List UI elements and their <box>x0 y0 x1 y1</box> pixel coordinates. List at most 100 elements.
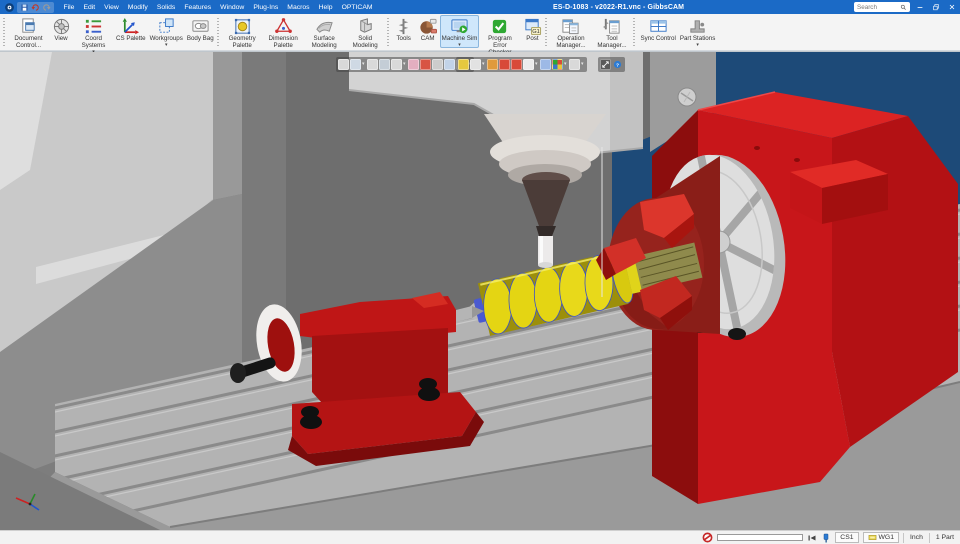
menu-help[interactable]: Help <box>314 0 337 14</box>
ribbon-button-label: Solid Modeling <box>352 35 378 49</box>
menu-modify[interactable]: Modify <box>123 0 152 14</box>
toolbar-icon[interactable] <box>458 59 469 70</box>
surface-modeling-icon <box>315 17 334 36</box>
chevron-down-icon[interactable]: ▾ <box>362 62 366 67</box>
machine-sim-viewport[interactable]: ▾ ▾ ▾ ▾ ▾ ▾ ▾ ? <box>0 52 960 530</box>
ribbon-button-document-control[interactable]: Document Control... <box>8 15 49 51</box>
status-bar: CS1 WG1 Inch 1 Part <box>0 530 960 544</box>
workgroup-indicator[interactable]: WG1 <box>862 532 899 543</box>
toolbar-icon[interactable] <box>487 59 498 70</box>
chevron-down-icon[interactable]: ▾ <box>403 62 407 67</box>
ribbon-button-sync-control[interactable]: Sync Control <box>638 15 677 44</box>
search-placeholder: Search <box>857 3 877 11</box>
toolbar-icon[interactable] <box>470 59 481 70</box>
ribbon-group-managers: Operation Manager... Tool Manager... <box>544 15 632 50</box>
cs-indicator[interactable]: CS1 <box>835 532 859 543</box>
ribbon-button-operation-manager[interactable]: Operation Manager... <box>550 15 591 51</box>
ribbon-button-coord-systems[interactable]: Coord Systems ▾ <box>73 15 114 55</box>
workgroup-label: WG1 <box>878 534 894 541</box>
search-icon <box>900 4 907 11</box>
toolbar-icon[interactable] <box>511 59 522 70</box>
chevron-down-icon[interactable]: ▾ <box>581 62 585 67</box>
toolbar-icon[interactable] <box>569 59 580 70</box>
ribbon-button-dimension-palette[interactable]: Dimension Palette <box>263 15 304 51</box>
group-grip <box>633 18 636 46</box>
ribbon-button-machine-sim[interactable]: Machine Sim ▾ <box>439 15 480 48</box>
menu-features[interactable]: Features <box>180 0 216 14</box>
menu-macros[interactable]: Macros <box>283 0 314 14</box>
menu-edit[interactable]: Edit <box>79 0 100 14</box>
toolbar-icon[interactable] <box>540 59 551 70</box>
cs-palette-icon <box>121 17 140 36</box>
window-title: ES-D-1083 - v2022-R1.vnc - GibbsCAM <box>553 3 685 11</box>
ribbon-button-geometry-palette[interactable]: Geometry Palette <box>222 15 263 51</box>
part-count-label: 1 Part <box>935 534 954 541</box>
geometry-palette-icon <box>233 17 252 36</box>
ribbon-button-body-bag[interactable]: Body Bag <box>185 15 216 44</box>
ribbon-button-label: Sync Control <box>640 35 676 42</box>
ribbon-button-view[interactable]: View <box>49 15 73 44</box>
search-input[interactable]: Search <box>854 2 910 12</box>
ribbon-button-post[interactable]: G1 Post <box>520 15 544 44</box>
ribbon-button-part-stations[interactable]: Part Stations ▾ <box>678 15 717 48</box>
close-button[interactable] <box>945 1 958 13</box>
restore-button[interactable] <box>929 1 942 13</box>
save-button[interactable] <box>20 3 29 12</box>
workgroup-icon <box>868 533 877 542</box>
table-clamp <box>728 328 746 340</box>
group-grip <box>3 18 5 46</box>
toolbar-icon[interactable] <box>379 59 390 70</box>
render-tool-icon[interactable] <box>821 533 831 543</box>
toolbar-icon[interactable] <box>408 59 419 70</box>
toolbar-icon[interactable] <box>432 59 443 70</box>
ribbon-button-cs-palette[interactable]: CS Palette <box>114 15 148 44</box>
ribbon-button-workgroups[interactable]: Workgroups ▾ <box>148 15 185 48</box>
menu-solids[interactable]: Solids <box>152 0 180 14</box>
ribbon-button-tool-manager[interactable]: Tool Manager... <box>591 15 632 51</box>
menu-opticam[interactable]: OPTICAM <box>337 0 377 14</box>
toolbar-icon[interactable] <box>391 59 402 70</box>
toolbar-icon[interactable] <box>523 59 534 70</box>
undo-button[interactable] <box>31 3 40 12</box>
chevron-down-icon[interactable]: ▾ <box>535 62 539 67</box>
app-logo-icon[interactable] <box>4 2 15 13</box>
ribbon-group-workspace: Document Control... View Coord Systems ▾ CS … <box>2 15 216 54</box>
toolbar-icon[interactable] <box>444 59 455 70</box>
toolbar-icon[interactable] <box>420 59 431 70</box>
post-icon: G1 <box>523 17 542 36</box>
machine-scene <box>0 52 960 530</box>
menu-bar: File Edit View Modify Solids Features Window Pl… <box>59 0 377 14</box>
status-separator <box>928 532 930 543</box>
ribbon-button-surface-modeling[interactable]: Surface Modeling <box>304 15 345 51</box>
ribbon-button-cam[interactable]: CAM <box>416 15 440 44</box>
resize-icon[interactable] <box>600 59 611 70</box>
toolbar-icon[interactable] <box>552 59 563 70</box>
ribbon-button-label: Tool Manager... <box>597 35 627 49</box>
view-icon <box>52 17 71 36</box>
ribbon-button-label: Post <box>526 35 539 42</box>
ribbon-button-solid-modeling[interactable]: Solid Modeling <box>345 15 386 51</box>
ribbon-group-modeling: Geometry Palette Dimension Palette Surface… <box>216 15 386 50</box>
units-label: Inch <box>910 534 923 541</box>
sync-control-icon <box>649 17 668 36</box>
toolbar-icon[interactable] <box>338 59 349 70</box>
redo-button[interactable] <box>42 3 51 12</box>
chevron-down-icon[interactable]: ▾ <box>564 62 568 67</box>
menu-view[interactable]: View <box>100 0 124 14</box>
toolbar-icon[interactable] <box>367 59 378 70</box>
ribbon-button-tools[interactable]: Tools <box>392 15 416 44</box>
menu-plug-ins[interactable]: Plug-Ins <box>249 0 283 14</box>
help-icon[interactable]: ? <box>612 59 623 70</box>
toolbar-icon[interactable] <box>350 59 361 70</box>
ribbon-button-label: Surface Modeling <box>311 35 337 49</box>
minimize-button[interactable] <box>913 1 926 13</box>
menu-window[interactable]: Window <box>216 0 249 14</box>
toolbar-icon[interactable] <box>499 59 510 70</box>
part-stations-icon <box>688 17 707 36</box>
cs-label: CS1 <box>840 534 854 541</box>
menu-file[interactable]: File <box>59 0 79 14</box>
progress-bar <box>717 534 804 541</box>
skip-back-icon[interactable] <box>807 533 817 543</box>
machine-sim-icon <box>450 17 469 36</box>
chevron-down-icon[interactable]: ▾ <box>482 62 486 67</box>
